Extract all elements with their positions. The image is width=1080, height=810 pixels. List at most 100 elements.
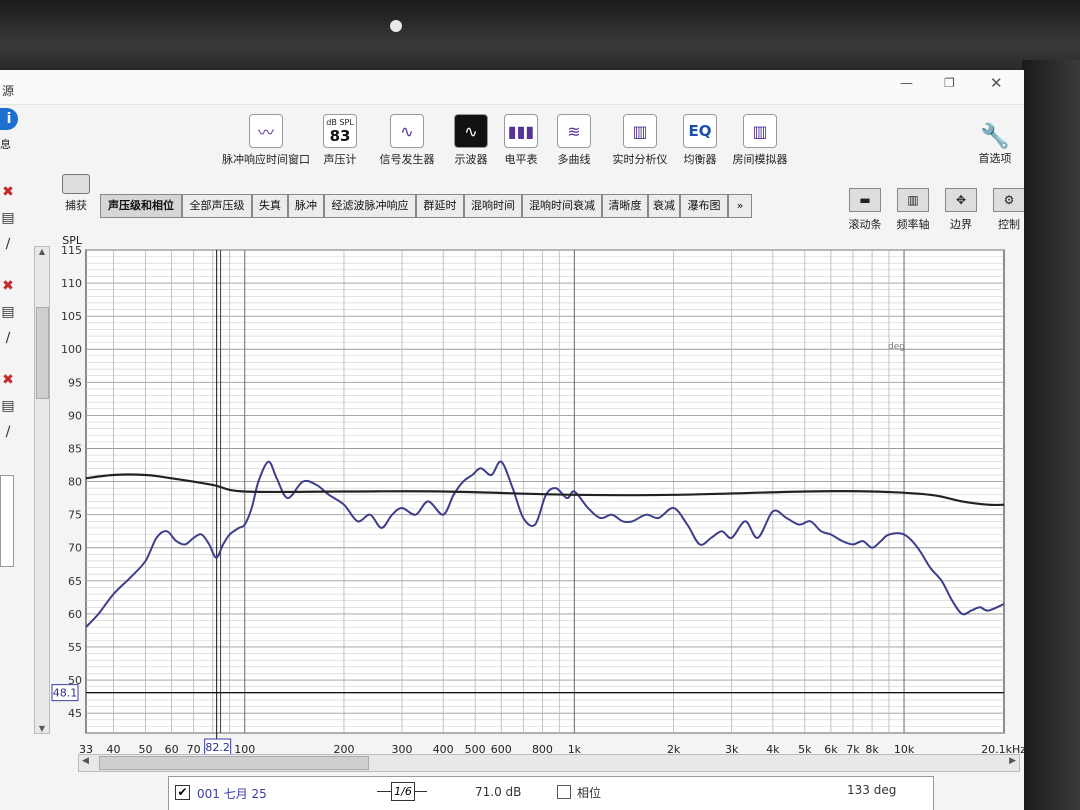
graph-tool-2[interactable]: ✥ 边界 (940, 188, 982, 232)
y-tick-label: 105 (61, 310, 82, 323)
phase-axis-label: deg (888, 342, 905, 352)
camera-icon (62, 174, 90, 194)
impulse-window-icon: 〰 (249, 114, 283, 148)
toolbar-room-button[interactable]: ▥ 房间模拟器 (728, 114, 792, 167)
phase-label: 相位 (577, 786, 602, 800)
sine-wave-icon: ∿ (390, 114, 424, 148)
tab-6[interactable]: 混响时间 (464, 194, 522, 218)
remove-icon[interactable]: ✖ (0, 184, 16, 200)
restore-icon[interactable]: ❐ (944, 76, 955, 90)
y-tick-label: 100 (61, 343, 82, 356)
toolbar-generator-button[interactable]: ∿ 信号发生器 (376, 114, 438, 167)
tab-2[interactable]: 失真 (252, 194, 288, 218)
save-icon[interactable]: ▤ (0, 210, 16, 226)
graph-tool-1[interactable]: ▥ 频率轴 (892, 188, 934, 232)
close-icon[interactable]: ✕ (990, 74, 1003, 92)
spl-graph[interactable]: 1151101051009590858075706560555045SPL33 4… (0, 230, 1024, 775)
graph-tool-3[interactable]: ⚙ 控制 (988, 188, 1024, 232)
overlay-curves-icon: ≋ (557, 114, 591, 148)
rta-icon: ▥ (623, 114, 657, 148)
window-title: 源 (2, 84, 15, 98)
minimize-icon[interactable]: — (900, 76, 913, 91)
toolbar-eq-button[interactable]: EQ 均衡器 (680, 114, 720, 167)
tab-10[interactable]: 瀑布图 (680, 194, 728, 218)
toolbar-scope-button[interactable]: ∿ 示波器 (448, 114, 494, 167)
toolbar-overlays-button[interactable]: ≋ 多曲线 (554, 114, 594, 167)
y-tick-label: 75 (68, 509, 82, 522)
y-tick-label: 110 (61, 277, 82, 290)
toolbar-impulse-label: 脉冲响应时间窗口 (222, 153, 310, 166)
y-tick-label: 90 (68, 409, 82, 422)
freq-axis-icon: ▥ (897, 188, 929, 212)
cursor-y-value: 48.1 (53, 687, 78, 700)
room-sim-icon: ▥ (743, 114, 777, 148)
preferences-button[interactable]: 🔧 首选项 (970, 122, 1020, 166)
spl-meter-icon: dB SPL 83 (323, 114, 357, 148)
eq-badge-value: EQ (688, 122, 712, 140)
splmeter-badge-value: 83 (329, 126, 351, 145)
y-tick-label: 80 (68, 476, 82, 489)
scroll-left-icon[interactable]: ◀ (82, 756, 89, 766)
tab-5[interactable]: 群延时 (416, 194, 464, 218)
smoothing-value: 1/6 (391, 782, 415, 801)
scrollbar-icon: ▬ (849, 188, 881, 212)
measurement-name: 001 七月 25 (197, 787, 267, 801)
toolbar-generator-label: 信号发生器 (379, 153, 435, 166)
toolbar-overlays-label: 多曲线 (557, 153, 591, 166)
toolbar-rta-label: 实时分析仪 (612, 153, 668, 166)
left-info[interactable]: i 息 (0, 108, 18, 154)
tab-4[interactable]: 经滤波脉冲响应 (324, 194, 416, 218)
toolbar-rta-button[interactable]: ▥ 实时分析仪 (610, 114, 670, 167)
phase-checkbox[interactable] (557, 785, 571, 799)
wrench-icon: 🔧 (980, 122, 1010, 150)
capture-label: 捕获 (65, 199, 87, 212)
preferences-label: 首选项 (978, 152, 1012, 165)
tab-7[interactable]: 混响时间衰减 (522, 194, 602, 218)
tab-0[interactable]: 声压级和相位 (100, 194, 182, 218)
app-window: 源 — ❐ ✕ 〰脉冲响应时间窗口 dB SPL 83 声压计 ∿ 信号发生器 ∿ 示波器 ▮▮… (0, 70, 1024, 810)
info-icon: i (0, 108, 18, 130)
tab-8[interactable]: 清晰度 (602, 194, 648, 218)
measurement-level: 71.0 dB (475, 785, 522, 799)
toolbar-splmeter-button[interactable]: dB SPL 83 声压计 (318, 114, 362, 167)
toolbar-impulse-button[interactable]: 〰脉冲响应时间窗口 (218, 114, 314, 167)
measurement-checkbox[interactable]: ✔ (175, 785, 190, 800)
gear-icon: ⚙ (993, 188, 1024, 212)
tab-3[interactable]: 脉冲 (288, 194, 324, 218)
oscilloscope-icon: ∿ (454, 114, 488, 148)
tab-11[interactable]: » (728, 194, 752, 218)
y-tick-label: 70 (68, 542, 82, 555)
toolbar-splmeter-label: 声压计 (323, 153, 357, 166)
phase-value: 133 deg (847, 783, 897, 797)
toolbar-levels-button[interactable]: ▮▮▮ 电平表 (500, 114, 542, 167)
limits-icon: ✥ (945, 188, 977, 212)
laptop-bezel-right (1022, 60, 1080, 810)
capture-button[interactable]: 捕获 (56, 174, 96, 213)
y-tick-label: 60 (68, 608, 82, 621)
h-scroll-thumb[interactable] (99, 756, 369, 770)
toolbar-room-label: 房间模拟器 (732, 153, 788, 166)
y-tick-label: 95 (68, 376, 82, 389)
info-label: 息 (0, 138, 11, 151)
y-tick-label: 55 (68, 641, 82, 654)
y-tick-label: 45 (68, 707, 82, 720)
graph-tool-0[interactable]: ▬ 滚动条 (844, 188, 886, 232)
tab-1[interactable]: 全部声压级 (182, 194, 252, 218)
level-meter-icon: ▮▮▮ (504, 114, 538, 148)
title-bar: 源 — ❐ ✕ (0, 70, 1024, 105)
spl-badge-unit: dB SPL (326, 117, 354, 127)
camera-lens (390, 20, 402, 32)
smoothing-selector[interactable]: 1/6 (377, 781, 427, 801)
toolbar-eq-label: 均衡器 (683, 153, 717, 166)
measurement-legend: ✔ 001 七月 25 1/6 71.0 dB 相位 133 deg (168, 776, 934, 810)
toolbar-levels-label: 电平表 (504, 153, 538, 166)
y-axis-label: SPL (62, 234, 83, 247)
horizontal-scrollbar[interactable]: ◀ ▶ (78, 754, 1020, 772)
cursor-x-value: 82.2 (205, 741, 230, 754)
y-tick-label: 65 (68, 575, 82, 588)
eq-icon: EQ (683, 114, 717, 148)
y-tick-label: 85 (68, 442, 82, 455)
toolbar-scope-label: 示波器 (454, 153, 488, 166)
tab-9[interactable]: 衰减 (648, 194, 680, 218)
scroll-right-icon[interactable]: ▶ (1009, 756, 1016, 766)
